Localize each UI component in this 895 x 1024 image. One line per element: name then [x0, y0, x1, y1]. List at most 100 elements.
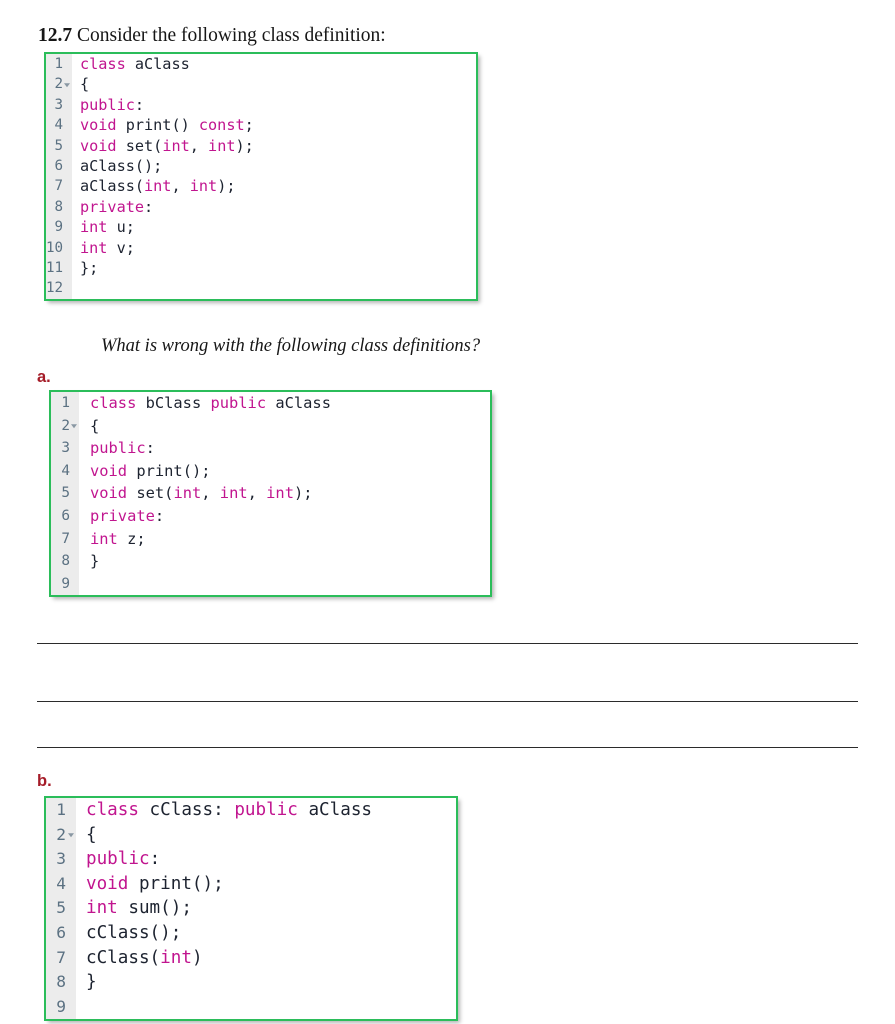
code-text: int u; — [80, 218, 135, 237]
code-line: 3 public: — [46, 94, 476, 116]
code-line: 5 int sum(); — [46, 896, 456, 921]
line-number: 9 — [46, 994, 76, 1020]
code-text: aClass(int, int); — [80, 177, 236, 196]
exercise-number: 12.7 — [38, 25, 73, 46]
code-text: class aClass — [80, 55, 190, 73]
code-line: 1 class cClass: public aClass — [46, 798, 456, 823]
code-text: void print() const; — [80, 116, 254, 135]
line-number: 1 — [46, 798, 76, 823]
code-line: 6 private: — [51, 504, 490, 528]
code-text: void print(); — [86, 873, 224, 894]
code-rows: 1 class cClass: public aClass 2{3 public: 4 v… — [46, 798, 456, 1020]
line-number: 3 — [51, 437, 79, 460]
code-text: { — [86, 824, 97, 845]
code-rows: 1 class bClass public aClass 2{3 public: 4 vo… — [51, 392, 490, 596]
code-line: 1 class bClass public aClass — [51, 392, 490, 415]
code-line: 6 aClass(); — [46, 155, 476, 177]
line-number: 6 — [46, 155, 72, 177]
code-text: public: — [80, 95, 145, 114]
code-line: 6 cClass(); — [46, 920, 456, 946]
code-line: 4 void print() const; — [46, 115, 476, 136]
code-line: 5 void set(int, int); — [46, 135, 476, 156]
code-line: 2{ — [46, 74, 476, 95]
code-text: private: — [90, 506, 165, 525]
line-number: 5 — [46, 896, 76, 921]
line-number: 3 — [46, 94, 72, 116]
code-line: 8 private: — [46, 196, 476, 218]
line-number: 11 — [46, 257, 72, 279]
line-number: 9 — [46, 217, 72, 238]
code-text: { — [80, 75, 90, 94]
code-block-aclass[interactable]: 1 class aClass 2{3 public: 4 void print() con… — [44, 52, 478, 301]
code-text: public: — [86, 849, 161, 870]
code-fold-arrow-icon[interactable] — [64, 82, 70, 87]
code-line: 8} — [46, 970, 456, 995]
code-line: 9 — [46, 994, 456, 1020]
line-number: 3 — [46, 847, 76, 872]
line-number: 2 — [51, 414, 79, 438]
line-number: 7 — [51, 527, 79, 551]
part-a-label: a. — [37, 368, 51, 386]
code-line: 4 void print(); — [46, 871, 456, 897]
code-text: aClass(); — [80, 156, 163, 175]
line-number: 7 — [46, 945, 76, 971]
code-text: { — [90, 416, 100, 435]
line-number: 8 — [46, 196, 72, 218]
exercise-page: 12.7 Consider the following class defini… — [0, 0, 895, 1024]
line-number: 9 — [51, 572, 79, 596]
code-line: 11}; — [46, 257, 476, 279]
code-line: 7 int z; — [51, 527, 490, 551]
code-line: 3 public: — [51, 437, 490, 460]
code-line: 9 — [51, 572, 490, 596]
line-number: 12 — [46, 278, 72, 299]
line-number: 6 — [46, 920, 76, 946]
code-text: int z; — [90, 529, 146, 548]
code-line: 10 int v; — [46, 237, 476, 258]
line-number: 5 — [51, 482, 79, 505]
code-line: 5 void set(int, int, int); — [51, 482, 490, 505]
code-text: public: — [90, 439, 155, 458]
line-number: 5 — [46, 135, 72, 156]
code-line: 7 aClass(int, int); — [46, 176, 476, 197]
answer-line-3 — [37, 747, 858, 748]
code-text: int sum(); — [86, 898, 192, 919]
code-text: void print(); — [90, 461, 211, 480]
code-rows: 1 class aClass 2{3 public: 4 void print() con… — [46, 54, 476, 299]
part-b-label: b. — [37, 772, 52, 790]
code-fold-arrow-icon[interactable] — [71, 424, 77, 429]
answer-line-2 — [37, 701, 858, 702]
code-line: 12 — [46, 278, 476, 299]
line-number: 1 — [46, 54, 72, 75]
line-number: 8 — [46, 970, 76, 995]
code-text: } — [90, 552, 100, 571]
code-block-bclass[interactable]: 1 class bClass public aClass 2{3 public: 4 vo… — [49, 390, 492, 598]
code-line: 1 class aClass — [46, 54, 476, 75]
line-number: 6 — [51, 504, 79, 528]
line-number: 4 — [46, 115, 72, 136]
code-text: class bClass public aClass — [90, 394, 331, 412]
line-number: 4 — [51, 459, 79, 483]
code-text: int v; — [80, 238, 135, 257]
page-title: 12.7 Consider the following class defini… — [38, 24, 386, 48]
line-number: 7 — [46, 176, 72, 197]
code-text: private: — [80, 197, 154, 216]
code-block-cclass[interactable]: 1 class cClass: public aClass 2{3 public: 4 v… — [44, 796, 458, 1022]
code-text: class cClass: public aClass — [86, 800, 373, 820]
code-text: } — [86, 972, 97, 993]
code-text: cClass(); — [86, 922, 182, 943]
code-line: 2{ — [51, 414, 490, 438]
code-line: 8} — [51, 550, 490, 573]
code-text: void set(int, int); — [80, 136, 254, 155]
code-line: 3 public: — [46, 847, 456, 872]
line-number: 2 — [46, 822, 76, 848]
code-line: 7 cClass(int) — [46, 945, 456, 971]
exercise-heading-text: Consider the following class definition: — [77, 25, 386, 46]
line-number: 1 — [51, 392, 79, 415]
code-fold-arrow-icon[interactable] — [68, 833, 74, 838]
code-text: void set(int, int, int); — [90, 484, 313, 503]
line-number: 2 — [46, 74, 72, 95]
code-line: 9 int u; — [46, 217, 476, 238]
code-line: 2{ — [46, 822, 456, 848]
